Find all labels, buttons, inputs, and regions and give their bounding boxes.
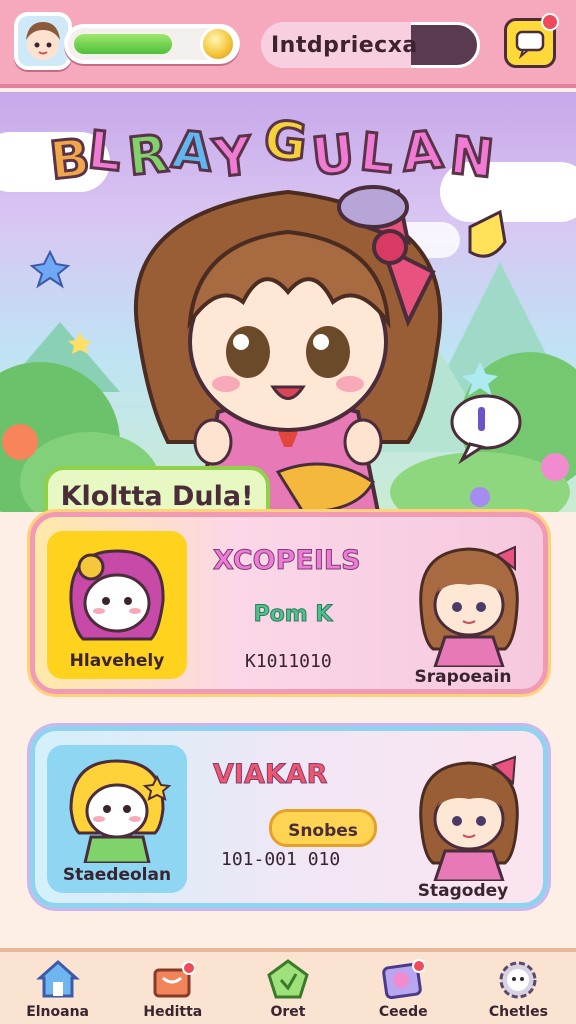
card-badge: Snobes [269, 809, 377, 847]
card-badge: Pom K [253, 602, 333, 628]
gear-face-icon [499, 961, 537, 999]
character-name: Staedeolan [62, 865, 172, 885]
nav-item-gallery[interactable]: Ceede [346, 952, 461, 1024]
brown-hair-girl-icon [419, 755, 519, 883]
chibi-girl-mascot [133, 185, 443, 512]
coin-orb-icon [200, 26, 236, 62]
shop-icon [153, 961, 195, 998]
avatar-face-icon [26, 22, 60, 60]
home-icon [35, 959, 80, 998]
card-score: K1011010 [245, 651, 332, 672]
character-portrait[interactable]: Staedeolan [47, 745, 187, 893]
hero-banner: BLRAYGULAN [0, 92, 576, 512]
player-name: Intdpriecxa [271, 33, 418, 58]
card-title: XCOPEILS [213, 545, 362, 577]
nav-item-shop[interactable]: Heditta [115, 952, 230, 1024]
character-portrait[interactable]: Hlavehely [47, 531, 187, 679]
side-character: Srapoeain [411, 537, 527, 687]
title-letter: B [45, 127, 94, 194]
side-character-name: Stagodey [417, 881, 509, 901]
card-title: VIAKAR [212, 759, 328, 791]
nav-item-home[interactable]: Elnoana [0, 952, 115, 1024]
brown-hair-girl-icon [419, 545, 519, 669]
player-name-box[interactable]: Intdpriecxa [261, 22, 480, 68]
nav-item-settings[interactable]: Chetles [461, 952, 576, 1024]
top-bar: Intdpriecxa [0, 0, 576, 88]
side-character: Stagodey [411, 751, 527, 901]
character-name: Hlavehely [69, 651, 165, 671]
xp-progress-fill [74, 34, 172, 54]
nav-item-main[interactable]: Oret [230, 952, 345, 1024]
xp-progress-bar [64, 24, 240, 64]
notification-badge [541, 13, 559, 31]
pink-hair-chibi-icon [69, 549, 165, 641]
pentagon-badge-icon [267, 959, 309, 999]
message-button[interactable] [504, 13, 559, 68]
card-score: 101-001 010 [221, 849, 341, 870]
side-character-name: Srapoeain [414, 667, 512, 687]
gallery-icon [382, 959, 426, 1000]
character-card[interactable]: Hlavehely XCOPEILS Pom K K1011010 Srapoe… [30, 512, 548, 694]
yellow-hair-chibi-icon [69, 759, 172, 863]
character-card[interactable]: Staedeolan VIAKAR Snobes 101-001 010 Sta… [30, 726, 548, 908]
bottom-nav: Elnoana Heditta Oret Ceede Chetles [0, 948, 576, 1024]
